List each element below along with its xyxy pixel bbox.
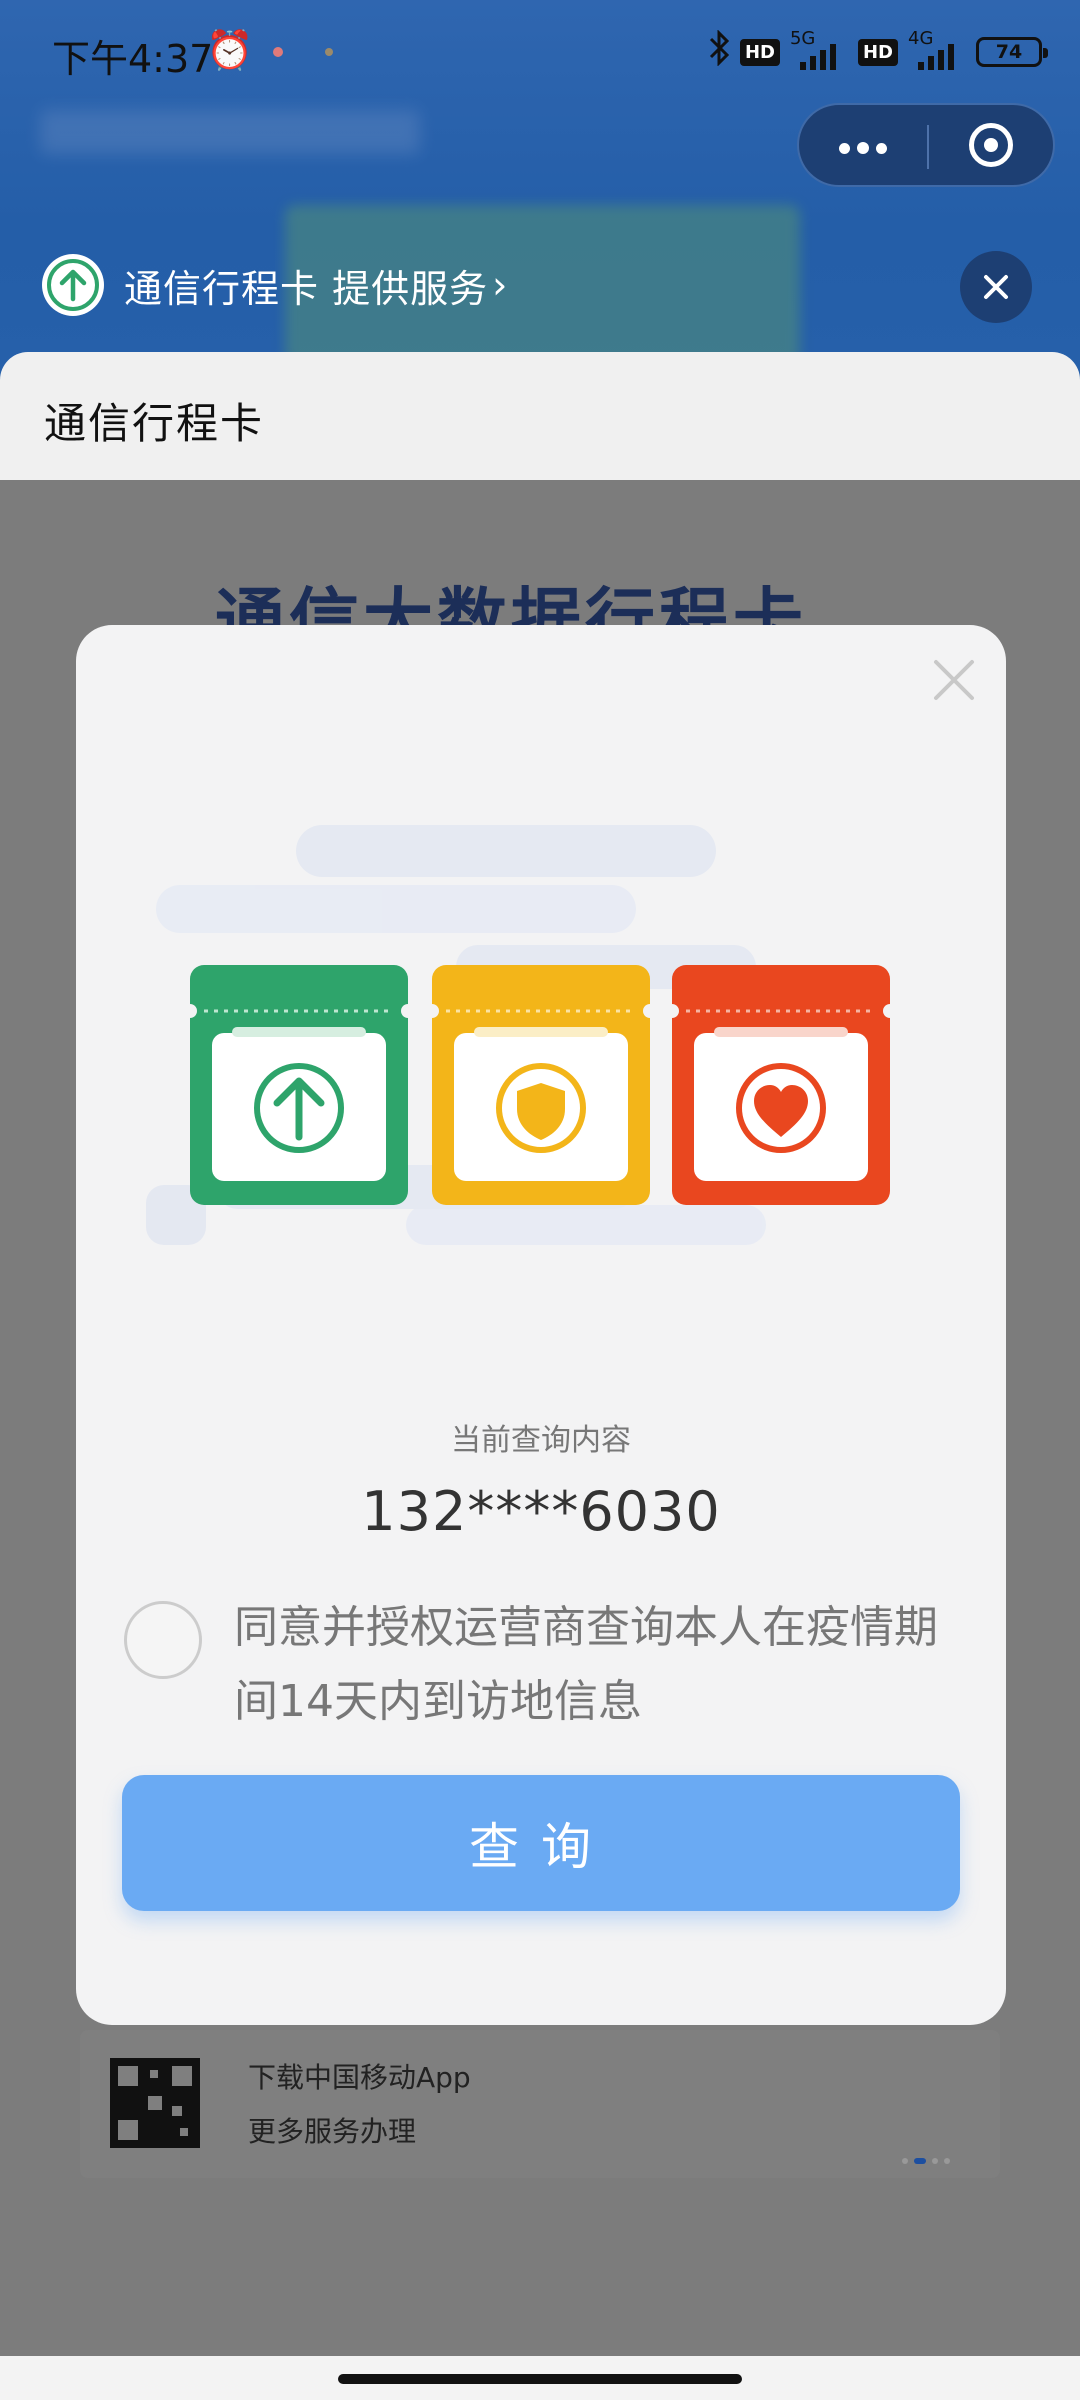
download-app-text: 下载中国移动App <box>248 2061 471 2094</box>
blurred-title <box>40 110 420 154</box>
bluetooth-icon <box>708 28 730 75</box>
hd-badge: HD <box>857 38 898 66</box>
target-icon[interactable] <box>929 105 1057 185</box>
signal-icon: 4G <box>908 28 966 74</box>
arrow-up-icon <box>42 254 104 316</box>
battery-icon: 74 <box>976 37 1048 67</box>
consent-checkbox[interactable] <box>124 1601 202 1679</box>
header-background: 下午4:37 ⏰ HD 5G HD 4G 74 通信行程卡 提供服务 › <box>0 0 1080 380</box>
alarm-icon: ⏰ <box>206 28 254 72</box>
red-card <box>665 965 897 1205</box>
travel-card-illustration <box>146 825 897 1245</box>
sheet-header: 通信行程卡 <box>0 352 1080 480</box>
close-icon[interactable] <box>960 251 1032 323</box>
status-time: 下午4:37 <box>52 37 214 81</box>
yellow-card <box>425 965 657 1205</box>
carousel-indicator <box>902 2158 950 2164</box>
chevron-right-icon: › <box>492 263 508 307</box>
page-title: 通信行程卡 <box>44 399 265 448</box>
phone-number: 132****6030 <box>361 1480 721 1543</box>
current-query-label: 当前查询内容 <box>451 1423 631 1458</box>
status-bar: 下午4:37 ⏰ HD 5G HD 4G 74 <box>0 0 1080 100</box>
signal-icon: 5G <box>790 28 848 74</box>
qr-code-icon <box>110 2058 200 2148</box>
mini-program-capsule <box>797 103 1055 187</box>
notification-dot <box>273 47 283 57</box>
home-indicator[interactable] <box>338 2374 742 2384</box>
provider-text: 通信行程卡 提供服务 <box>124 266 489 311</box>
notification-dot <box>325 48 333 56</box>
more-icon[interactable] <box>799 105 927 185</box>
hd-badge: HD <box>739 38 780 66</box>
query-button[interactable]: 查询 <box>122 1775 960 1911</box>
green-card <box>183 965 415 1205</box>
download-app-card[interactable]: 下载中国移动App 更多服务办理 <box>80 2030 1000 2178</box>
status-right: HD 5G HD 4G 74 <box>708 28 1048 75</box>
consent-text[interactable]: 同意并授权运营商查询本人在疫情期间14天内到访地信息 <box>234 1591 954 1739</box>
authorization-modal: 当前查询内容 132****6030 同意并授权运营商查询本人在疫情期间14天内… <box>76 625 1006 2025</box>
close-icon[interactable] <box>924 650 984 710</box>
more-services-text: 更多服务办理 <box>248 2115 417 2148</box>
provider-link[interactable]: 通信行程卡 提供服务 › <box>42 253 507 317</box>
